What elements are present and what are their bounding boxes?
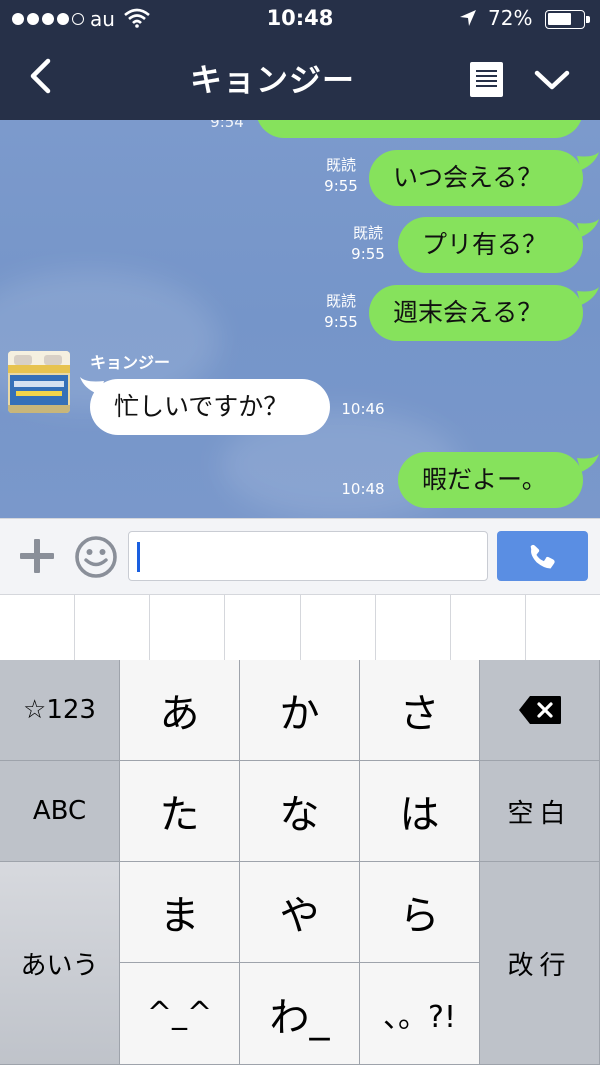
outgoing-message[interactable]: プリ有る？	[398, 217, 583, 273]
outgoing-message[interactable]: 週末会える？	[369, 285, 583, 341]
status-bar: au 10:48 72%	[0, 0, 600, 40]
battery-percentage: 72%	[488, 6, 533, 30]
key-wa[interactable]: わ_	[240, 963, 360, 1065]
outgoing-message[interactable]: いつ会える？	[369, 150, 583, 206]
key-label: や	[279, 893, 320, 939]
read-receipt: 既読	[325, 156, 356, 174]
read-receipt: 既読	[325, 292, 356, 310]
key-punctuation[interactable]: 、。?!	[360, 963, 480, 1065]
key-label: 、。?!	[383, 999, 456, 1035]
key-label: わ_	[269, 994, 330, 1041]
location-arrow-icon	[460, 10, 476, 26]
key-label: な	[279, 792, 320, 838]
key-label: ^_^	[146, 996, 213, 1031]
menu-toggle-button[interactable]	[532, 60, 572, 100]
key-ta[interactable]: た	[120, 761, 240, 862]
bubble-tail	[577, 219, 599, 237]
key-symbols[interactable]: ☆123	[0, 660, 120, 761]
plus-icon	[20, 539, 54, 573]
candidate-slot[interactable]	[75, 595, 151, 660]
attach-button[interactable]	[18, 537, 56, 575]
key-ma[interactable]: ま	[120, 862, 240, 963]
key-label: か	[279, 691, 320, 737]
candidate-slot[interactable]	[0, 595, 76, 660]
message-time: 10:46	[341, 400, 385, 418]
key-label: ら	[399, 893, 440, 939]
key-ha[interactable]: は	[360, 761, 480, 862]
candidate-bar	[0, 594, 600, 660]
bubble-tail	[577, 152, 599, 170]
candidate-slot[interactable]	[526, 595, 600, 660]
key-label: さ	[399, 691, 440, 737]
key-label: は	[399, 792, 440, 838]
incoming-message[interactable]: 忙しいですか？	[90, 379, 330, 435]
key-label: た	[159, 792, 200, 838]
phone-icon	[530, 544, 555, 569]
key-sa[interactable]: さ	[360, 660, 480, 761]
smiley-icon	[75, 536, 117, 578]
battery-icon	[545, 10, 590, 29]
message-time-partial: 9:54	[210, 120, 244, 131]
text-caret	[137, 542, 140, 572]
key-abc[interactable]: ABC	[0, 761, 120, 862]
backspace-icon	[518, 696, 561, 724]
chevron-down-icon	[534, 70, 570, 90]
key-label: 空白	[507, 798, 572, 829]
key-delete[interactable]	[480, 660, 600, 761]
bubble-tail	[577, 454, 599, 472]
key-label: ☆123	[23, 695, 96, 725]
key-return[interactable]: 改行	[480, 862, 600, 1065]
candidate-slot[interactable]	[225, 595, 301, 660]
key-label: あ	[159, 691, 200, 737]
notes-button[interactable]	[470, 62, 503, 97]
key-ra[interactable]: ら	[360, 862, 480, 963]
call-button[interactable]	[497, 531, 588, 581]
key-na[interactable]: な	[240, 761, 360, 862]
candidate-slot[interactable]	[301, 595, 376, 660]
key-label: ま	[159, 893, 200, 939]
outgoing-message[interactable]: 暇だよー。	[398, 452, 583, 508]
sticker-button[interactable]	[74, 535, 118, 579]
read-receipt: 既読	[352, 224, 383, 242]
avatar-image	[8, 351, 70, 413]
bubble-tail	[577, 287, 599, 305]
message-list[interactable]: 9:54 既読 9:55 いつ会える？ 既読 9:55 プリ有る？ 既読 9:5…	[0, 120, 600, 518]
chat-header: au 10:48 72% キョンジー	[0, 0, 600, 120]
candidate-slot[interactable]	[451, 595, 526, 660]
chat-title: キョンジー	[189, 61, 355, 99]
kana-keyboard: ☆123 ABC あいう あ か さ た な は ま や ら ^_^ わ_ 、。…	[0, 660, 600, 1065]
key-kana-mode[interactable]: あいう	[0, 862, 120, 1065]
key-ya[interactable]: や	[240, 862, 360, 963]
message-bubble-partial[interactable]	[256, 120, 583, 138]
key-space[interactable]: 空白	[480, 761, 600, 862]
sender-name: キョンジー	[90, 353, 171, 372]
candidate-slot[interactable]	[376, 595, 451, 660]
key-label: ABC	[32, 796, 87, 826]
message-time: 9:55	[351, 245, 385, 263]
message-time: 10:48	[341, 480, 385, 498]
message-composer	[0, 518, 600, 594]
key-a[interactable]: あ	[120, 660, 240, 761]
key-label: 改行	[507, 950, 572, 981]
key-emoticon[interactable]: ^_^	[120, 963, 240, 1065]
key-ka[interactable]: か	[240, 660, 360, 761]
avatar[interactable]	[8, 351, 70, 413]
message-time: 9:55	[324, 177, 358, 195]
message-input[interactable]	[128, 531, 488, 581]
key-label: あいう	[20, 950, 99, 981]
message-time: 9:55	[324, 313, 358, 331]
candidate-slot[interactable]	[150, 595, 226, 660]
